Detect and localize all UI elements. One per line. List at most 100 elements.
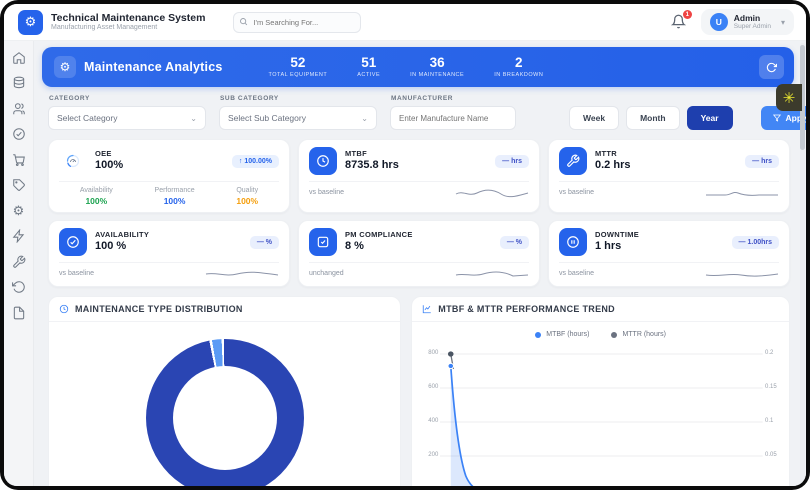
sidebar-nav: ⚙ bbox=[4, 41, 34, 486]
sidebar-item-history[interactable] bbox=[11, 280, 26, 295]
file-icon bbox=[13, 306, 24, 319]
cart-icon bbox=[12, 153, 25, 166]
app-title: Technical Maintenance System bbox=[51, 11, 206, 24]
kpi-card-mtbf: MTBF 8735.8 hrs — hrs vs baseline bbox=[298, 139, 540, 213]
asterisk-icon: ✳ bbox=[782, 89, 796, 107]
line-plot-area: 800 600 400 200 0.2 0.15 0.1 0.05 bbox=[412, 342, 789, 486]
users-icon bbox=[12, 102, 25, 114]
pause-circle-icon bbox=[559, 228, 587, 256]
trend-lines bbox=[440, 351, 763, 486]
wrench-icon bbox=[559, 147, 587, 175]
kpi-card-mttr: MTTR 0.2 hrs — hrs vs baseline bbox=[548, 139, 790, 213]
kpi-card-availability: AVAILABILITY 100 % — % vs baseline bbox=[48, 220, 290, 287]
clock-icon bbox=[309, 147, 337, 175]
maintenance-type-distribution-chart: MAINTENANCE TYPE DISTRIBUTION bbox=[48, 296, 402, 486]
sidebar-item-home[interactable] bbox=[11, 50, 26, 65]
check-circle-icon bbox=[59, 228, 87, 256]
legend-dot bbox=[611, 331, 618, 338]
oee-availability: Availability 100% bbox=[79, 187, 113, 206]
refresh-button[interactable] bbox=[759, 55, 784, 79]
search-input[interactable] bbox=[233, 11, 362, 33]
sparkline bbox=[706, 191, 778, 196]
chevron-down-icon: ⌄ bbox=[361, 113, 368, 123]
kpi-label: PM COMPLIANCE bbox=[345, 230, 413, 240]
window-frame: ⚙ Technical Maintenance System Manufactu… bbox=[0, 0, 810, 490]
kpi-card-oee: OEE 100% ↑ 100.00% Availability 100% Per… bbox=[48, 139, 290, 213]
avatar: U bbox=[709, 13, 728, 31]
legend-mtbf[interactable]: MTBF (hours) bbox=[535, 331, 589, 338]
search-icon bbox=[240, 17, 248, 25]
category-select[interactable]: Select Category ⌄ bbox=[48, 106, 206, 130]
manufacturer-label: MANUFACTURER bbox=[391, 95, 454, 102]
home-icon bbox=[12, 51, 25, 64]
manufacturer-input[interactable] bbox=[390, 106, 516, 130]
kpi-label: MTTR bbox=[595, 149, 618, 159]
user-name: Admin bbox=[733, 12, 761, 23]
sidebar-item-energy[interactable] bbox=[11, 229, 26, 244]
sparkline bbox=[205, 271, 279, 275]
floating-widget-button[interactable]: ✳ bbox=[776, 84, 802, 111]
refresh-icon bbox=[766, 62, 777, 72]
page-title: Maintenance Analytics bbox=[84, 60, 223, 74]
chart-title: MAINTENANCE TYPE DISTRIBUTION bbox=[75, 304, 243, 314]
app-logo-gear-icon: ⚙ bbox=[18, 9, 43, 35]
kpi-trend-badge: — % bbox=[499, 235, 529, 249]
kpi-trend-badge: ↑ 100.00% bbox=[231, 154, 279, 168]
chart-title: MTBF & MTTR PERFORMANCE TREND bbox=[438, 304, 615, 314]
sidebar-item-tags[interactable] bbox=[11, 178, 26, 193]
kpi-label: MTBF bbox=[345, 149, 368, 159]
sparkline bbox=[705, 273, 779, 277]
check-circle-icon bbox=[12, 128, 25, 140]
sidebar-item-tasks[interactable] bbox=[11, 127, 26, 142]
period-week-button[interactable]: Week bbox=[569, 106, 620, 130]
sidebar-item-settings[interactable]: ⚙ bbox=[11, 203, 26, 218]
main-content: ⚙ Maintenance Analytics 52 TOTAL EQUIPME… bbox=[34, 41, 806, 486]
kpi-label: OEE bbox=[95, 149, 112, 159]
user-menu[interactable]: U Admin Super Admin ▾ bbox=[700, 9, 794, 35]
notification-badge: 1 bbox=[682, 10, 692, 19]
kpi-value: 100 % bbox=[95, 239, 127, 252]
analytics-banner: ⚙ Maintenance Analytics 52 TOTAL EQUIPME… bbox=[42, 47, 794, 87]
kpi-trend-badge: — 1.00hrs bbox=[731, 235, 779, 249]
legend-dot bbox=[535, 331, 542, 338]
kpi-trend-badge: — hrs bbox=[495, 154, 529, 168]
legend-mttr[interactable]: MTTR (hours) bbox=[611, 331, 666, 338]
history-icon bbox=[11, 281, 25, 293]
kpi-value: 1 hrs bbox=[595, 239, 622, 252]
left-axis: 800 600 400 200 bbox=[428, 350, 439, 458]
baseline-label: unchanged bbox=[309, 270, 344, 277]
baseline-label: vs baseline bbox=[559, 189, 595, 196]
zap-icon bbox=[12, 229, 24, 243]
tag-icon bbox=[12, 179, 25, 191]
baseline-label: vs baseline bbox=[59, 270, 95, 277]
subcategory-select[interactable]: Select Sub Category ⌄ bbox=[219, 106, 377, 130]
sidebar-item-maintenance[interactable] bbox=[11, 254, 26, 269]
filter-icon bbox=[772, 114, 781, 122]
app-window: ⚙ Technical Maintenance System Manufactu… bbox=[4, 4, 806, 486]
sidebar-item-reports[interactable] bbox=[11, 305, 26, 320]
chevron-down-icon: ⌄ bbox=[190, 113, 197, 123]
stat-in-breakdown: 2 IN BREAKDOWN bbox=[494, 55, 544, 78]
sidebar-item-assets[interactable] bbox=[11, 76, 26, 91]
kpi-value: 0.2 hrs bbox=[595, 158, 631, 171]
gear-icon: ⚙ bbox=[54, 56, 76, 78]
period-month-button[interactable]: Month bbox=[626, 106, 680, 130]
oee-performance: Performance 100% bbox=[154, 187, 195, 206]
kpi-trend-badge: — hrs bbox=[745, 154, 779, 168]
chevron-down-icon: ▾ bbox=[780, 17, 785, 27]
gear-icon: ⚙ bbox=[12, 202, 25, 218]
kpi-label: AVAILABILITY bbox=[95, 230, 150, 240]
kpi-card-pm-compliance: PM COMPLIANCE 8 % — % unchanged bbox=[298, 220, 540, 287]
checkbox-icon bbox=[309, 228, 337, 256]
sparkline bbox=[455, 270, 529, 277]
donut-chart[interactable] bbox=[145, 339, 304, 486]
kpi-trend-badge: — % bbox=[249, 235, 279, 249]
mtbf-mttr-trend-chart: MTBF & MTTR PERFORMANCE TREND MTBF (hour… bbox=[411, 296, 790, 486]
stat-total-equipment: 52 TOTAL EQUIPMENT bbox=[268, 55, 328, 78]
sidebar-item-procurement[interactable] bbox=[11, 152, 26, 167]
notifications-button[interactable]: 1 bbox=[670, 10, 692, 30]
period-year-button[interactable]: Year bbox=[686, 106, 733, 130]
clock-icon bbox=[59, 304, 69, 314]
kpi-value: 8 % bbox=[345, 239, 364, 252]
sidebar-item-users[interactable] bbox=[11, 101, 26, 116]
